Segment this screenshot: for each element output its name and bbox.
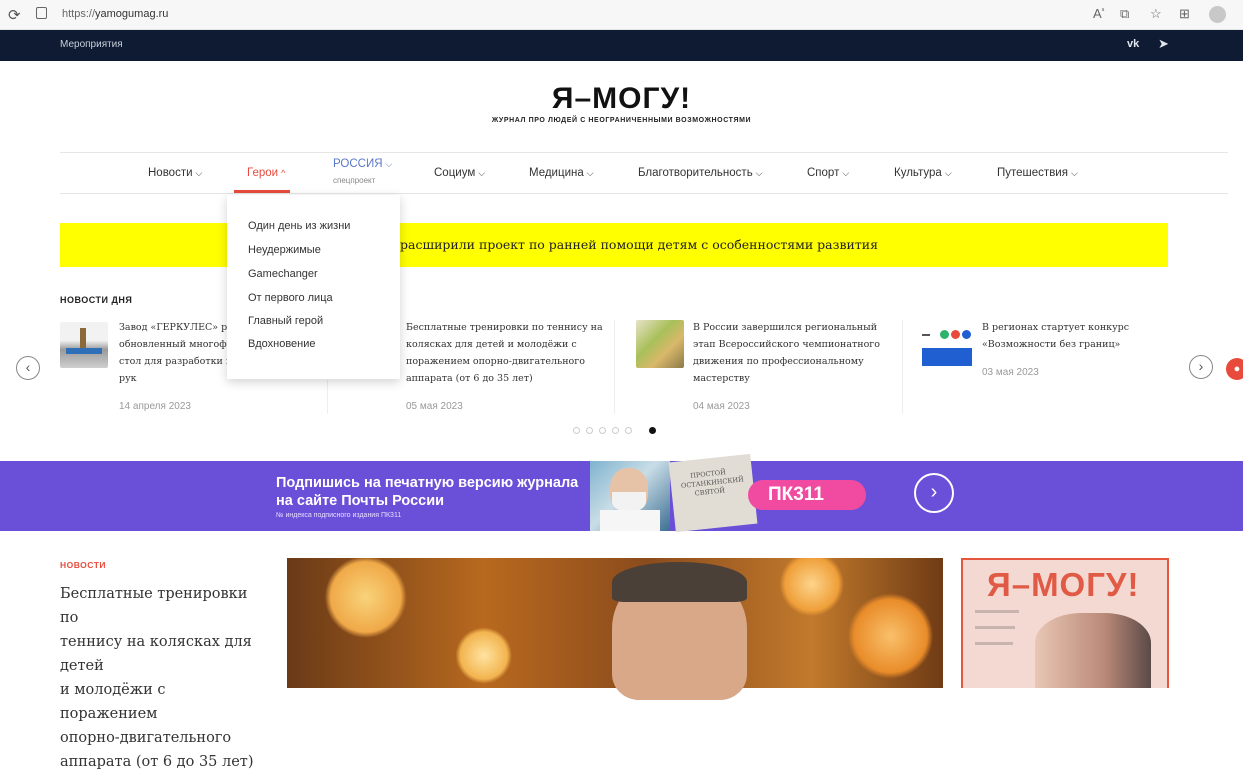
- news-card-title[interactable]: В регионах стартует конкурс «Возможности …: [982, 319, 1172, 353]
- site-tagline: ЖУРНАЛ ПРО ЛЮДЕЙ С НЕОГРАНИЧЕННЫМИ ВОЗМО…: [491, 117, 752, 124]
- nav-item-society[interactable]: Социум ⌵: [434, 167, 485, 179]
- dropdown-item[interactable]: Gamechanger: [248, 268, 318, 280]
- news-card-date: 14 апреля 2023: [119, 401, 191, 412]
- news-card-date: 04 мая 2023: [693, 401, 750, 412]
- carousel-dot-active[interactable]: [649, 427, 656, 434]
- events-link[interactable]: Мероприятия: [60, 39, 123, 50]
- cover-beard: [612, 492, 646, 512]
- chevron-down-icon: ⌵: [842, 168, 850, 178]
- subscribe-code: ПК311: [768, 484, 824, 505]
- profile-avatar[interactable]: [1209, 6, 1226, 23]
- card-divider: [902, 320, 903, 414]
- nav-item-news[interactable]: Новости ⌵: [148, 167, 202, 179]
- nav-item-culture[interactable]: Культура ⌵: [894, 167, 952, 179]
- news-card-title[interactable]: В России завершился региональный этап Все…: [693, 319, 898, 387]
- chevron-down-icon: ⌵: [385, 159, 393, 169]
- vk-icon[interactable]: vk: [1127, 38, 1139, 50]
- read-aloud-icon[interactable]: Aᵃ: [1093, 6, 1104, 21]
- telegram-icon[interactable]: ➤: [1158, 36, 1169, 52]
- dropdown-item[interactable]: Вдохновение: [248, 338, 316, 350]
- nav-item-charity[interactable]: Благотворительность ⌵: [638, 167, 763, 179]
- lock-icon: [36, 7, 47, 19]
- dropdown-item[interactable]: Главный герой: [248, 315, 323, 327]
- nav-item-russia[interactable]: РОССИЯ ⌵: [333, 158, 392, 170]
- carousel-prev-button[interactable]: ‹: [16, 356, 40, 380]
- nav-item-medicine[interactable]: Медицина ⌵: [529, 167, 594, 179]
- nav-divider-top: [60, 152, 1228, 153]
- nav-item-heroes[interactable]: Герои ^: [247, 167, 285, 179]
- browser-toolbar: ⟳ https://yamogumag.ru Aᵃ ⧉ ☆ ⊞: [0, 0, 1243, 30]
- magazine-cover-photo: [1035, 613, 1151, 688]
- site-logo[interactable]: Я–МОГУ!: [0, 82, 1243, 116]
- chevron-down-icon: ⌵: [755, 168, 763, 178]
- chevron-down-icon: ⌵: [478, 168, 486, 178]
- tab-icon[interactable]: ⧉: [1120, 6, 1129, 22]
- nav-item-travel[interactable]: Путешествия ⌵: [997, 167, 1078, 179]
- dropdown-item[interactable]: Один день из жизни: [248, 220, 350, 232]
- nav-russia-subtitle: спецпроект: [333, 176, 376, 185]
- chevron-down-icon: ⌵: [944, 168, 952, 178]
- active-nav-indicator: [234, 190, 290, 193]
- card-divider: [327, 380, 328, 414]
- subscribe-line1: Подпишись на печатную версию журнала: [276, 475, 579, 491]
- magazine-line: [975, 642, 1013, 645]
- news-card-image[interactable]: [636, 320, 684, 368]
- news-card-image[interactable]: [60, 322, 108, 368]
- subscribe-index-note: № индекса подписного издания ПК311: [276, 512, 402, 519]
- heroes-dropdown-menu: Один день из жизни Неудержимые Gamechang…: [227, 195, 400, 379]
- chevron-up-icon: ^: [281, 168, 286, 178]
- top-bar: Мероприятия vk ➤: [0, 30, 1243, 61]
- dropdown-item[interactable]: Неудержимые: [248, 244, 321, 256]
- reload-icon[interactable]: ⟳: [8, 6, 21, 24]
- collections-icon[interactable]: ⊞: [1179, 6, 1190, 22]
- hero-hair: [612, 562, 747, 602]
- news-card-title[interactable]: Бесплатные тренировки по теннису на коляс…: [406, 319, 621, 387]
- nav-divider-bottom: [60, 193, 1228, 194]
- feature-title[interactable]: Бесплатные тренировки по теннису на коляс…: [60, 582, 260, 774]
- chevron-down-icon: ⌵: [195, 168, 203, 178]
- carousel-dot[interactable]: [573, 427, 580, 434]
- magazine-line: [975, 610, 1019, 613]
- dropdown-item[interactable]: От первого лица: [248, 292, 333, 304]
- cover-coat: [600, 510, 660, 531]
- news-card-title[interactable]: Завод «ГЕРКУЛЕС» ра обновленный многофу ст…: [119, 319, 229, 387]
- news-card-date: 05 мая 2023: [406, 401, 463, 412]
- news-day-label: НОВОСТИ ДНЯ: [60, 295, 133, 305]
- feature-section-label[interactable]: НОВОСТИ: [60, 560, 106, 570]
- subscribe-arrow-button[interactable]: ›: [914, 473, 954, 513]
- favorites-icon[interactable]: ☆: [1150, 6, 1162, 22]
- nav-item-sport[interactable]: Спорт ⌵: [807, 167, 849, 179]
- news-card-date: 03 мая 2023: [982, 367, 1039, 378]
- chevron-down-icon: ⌵: [586, 168, 594, 178]
- carousel-dot[interactable]: [612, 427, 619, 434]
- carousel-dot[interactable]: [586, 427, 593, 434]
- magazine-line: [975, 626, 1015, 629]
- address-bar[interactable]: https://yamogumag.ru: [62, 8, 168, 20]
- chevron-down-icon: ⌵: [1070, 168, 1078, 178]
- news-card-image[interactable]: [922, 322, 972, 368]
- carousel-dot[interactable]: [625, 427, 632, 434]
- carousel-dot[interactable]: [599, 427, 606, 434]
- magazine-logo: Я–МОГУ!: [987, 566, 1140, 603]
- carousel-next-button[interactable]: ›: [1189, 355, 1213, 379]
- subscribe-line2: на сайте Почты России: [276, 493, 445, 509]
- chat-widget-icon[interactable]: ●: [1226, 358, 1243, 380]
- card-divider: [614, 320, 615, 414]
